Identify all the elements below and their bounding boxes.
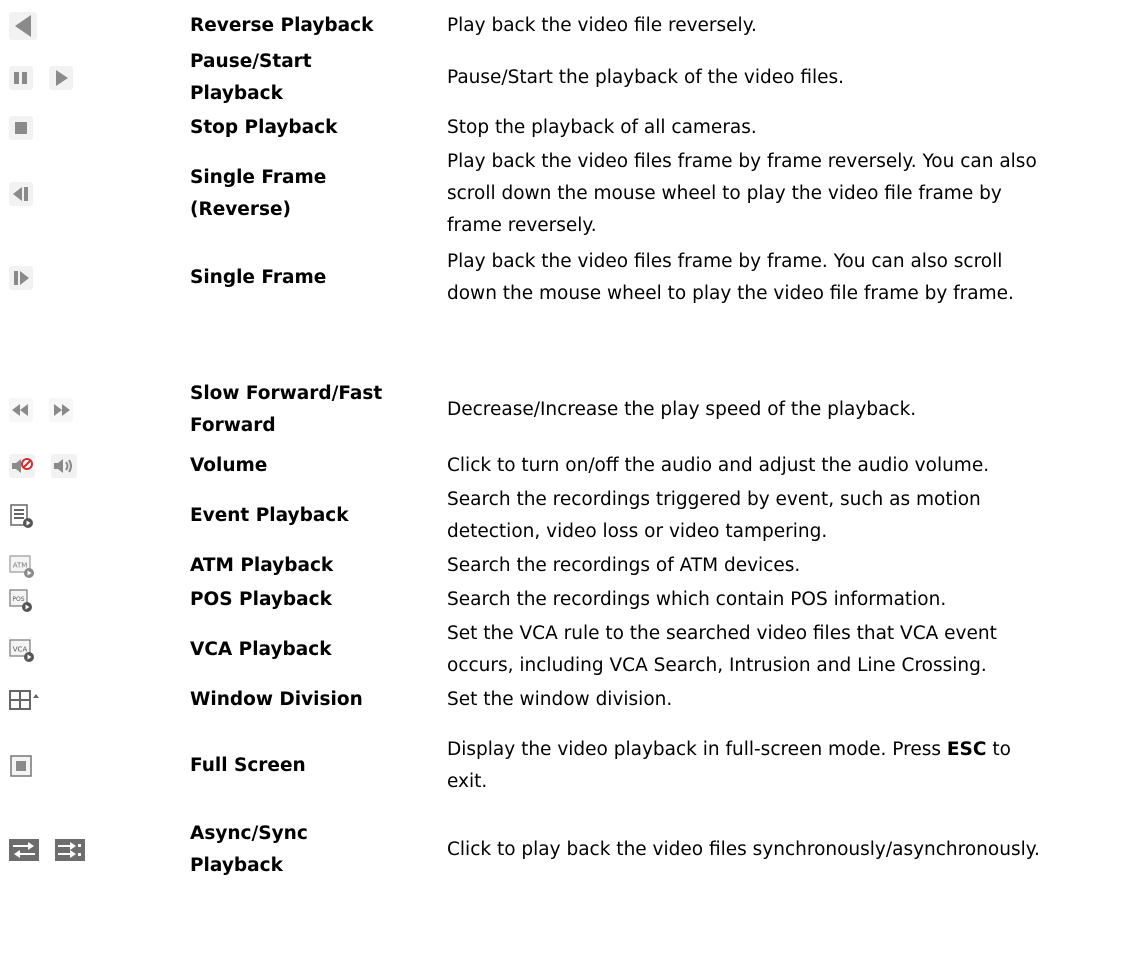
volume-off-icon[interactable] [8,453,36,479]
table-row: VCA VCA Playback Set the VCA rule to the… [0,618,1134,682]
row-name: Volume [190,455,268,476]
table-row: Volume Click to turn on/off the audio an… [0,450,1134,482]
pos-playback-icon[interactable]: POS [8,587,34,613]
stop-icon[interactable] [8,115,34,141]
svg-text:POS: POS [12,596,24,603]
svg-text:ATM: ATM [13,562,28,570]
row-desc: Play back the video files frame by frame… [447,251,1014,304]
table-row: ATM ATM Playback Search the recordings o… [0,550,1134,582]
table-row: POS POS Playback Search the recordings w… [0,584,1134,616]
table-row: Single Frame Play back the video files f… [0,246,1134,310]
row-desc: Set the VCA rule to the searched video f… [447,623,997,676]
async-icon[interactable] [8,837,40,863]
sync-icon[interactable] [54,837,86,863]
row-name: Single Frame (Reverse) [190,167,327,220]
row-desc: Click to turn on/off the audio and adjus… [447,455,990,476]
volume-on-icon[interactable] [50,453,78,479]
row-desc: Click to play back the video files synch… [447,839,1040,860]
svg-text:VCA: VCA [13,646,28,654]
single-frame-icon[interactable] [8,265,34,291]
row-name: POS Playback [190,589,332,610]
full-screen-icon[interactable] [8,753,34,779]
row-desc: Play back the video file reversely. [447,15,757,36]
row-desc: Play back the video files frame by frame… [447,151,1037,236]
table-row: Async/Sync Playback Click to play back th… [0,818,1134,882]
row-name: Reverse Playback [190,15,374,36]
row-desc: Search the recordings which contain POS … [447,589,947,610]
fast-forward-icon[interactable] [48,397,74,423]
table-row: Full Screen Display the video playback i… [0,718,1134,814]
table-row: Window Division Set the window division. [0,684,1134,716]
row-desc: Search the recordings of ATM devices. [447,555,801,576]
event-playback-icon[interactable] [8,503,34,529]
row-name: Stop Playback [190,117,338,138]
row-desc: Stop the playback of all cameras. [447,117,757,138]
reverse-play-icon[interactable] [8,11,38,41]
pause-icon[interactable] [8,65,34,91]
row-name: Full Screen [190,755,306,776]
row-name: ATM Playback [190,555,334,576]
row-name: Single Frame [190,267,327,288]
row-desc: Set the window division. [447,689,673,710]
row-desc: Pause/Start the playback of the video fi… [447,67,845,88]
row-desc: Display the video playback in full-scree… [447,739,1011,792]
row-name: Async/Sync Playback [190,823,308,876]
table-row: Event Playback Search the recordings tri… [0,484,1134,548]
esc-key-label: ESC [946,739,987,760]
row-name: VCA Playback [190,639,332,660]
play-icon[interactable] [48,65,74,91]
table-row: Stop Playback Stop the playback of all c… [0,112,1134,144]
table-row: Slow Forward/Fast Forward Decrease/Increa… [0,378,1134,442]
atm-playback-icon[interactable]: ATM [8,553,36,579]
row-name: Window Division [190,689,363,710]
row-name: Slow Forward/Fast Forward [190,383,383,436]
table-row: Single Frame (Reverse) Play back the vide… [0,146,1134,242]
slow-forward-icon[interactable] [8,397,34,423]
single-frame-reverse-icon[interactable] [8,181,34,207]
table-row: Pause/Start Playback Pause/Start the play… [0,46,1134,110]
row-desc: Search the recordings triggered by event… [447,489,981,542]
window-division-icon[interactable] [8,687,42,713]
row-name: Event Playback [190,505,349,526]
row-name: Pause/Start Playback [190,51,312,104]
vca-playback-icon[interactable]: VCA [8,637,36,663]
table-row: Reverse Playback Play back the video fil… [0,10,1134,42]
row-desc: Decrease/Increase the play speed of the … [447,399,917,420]
